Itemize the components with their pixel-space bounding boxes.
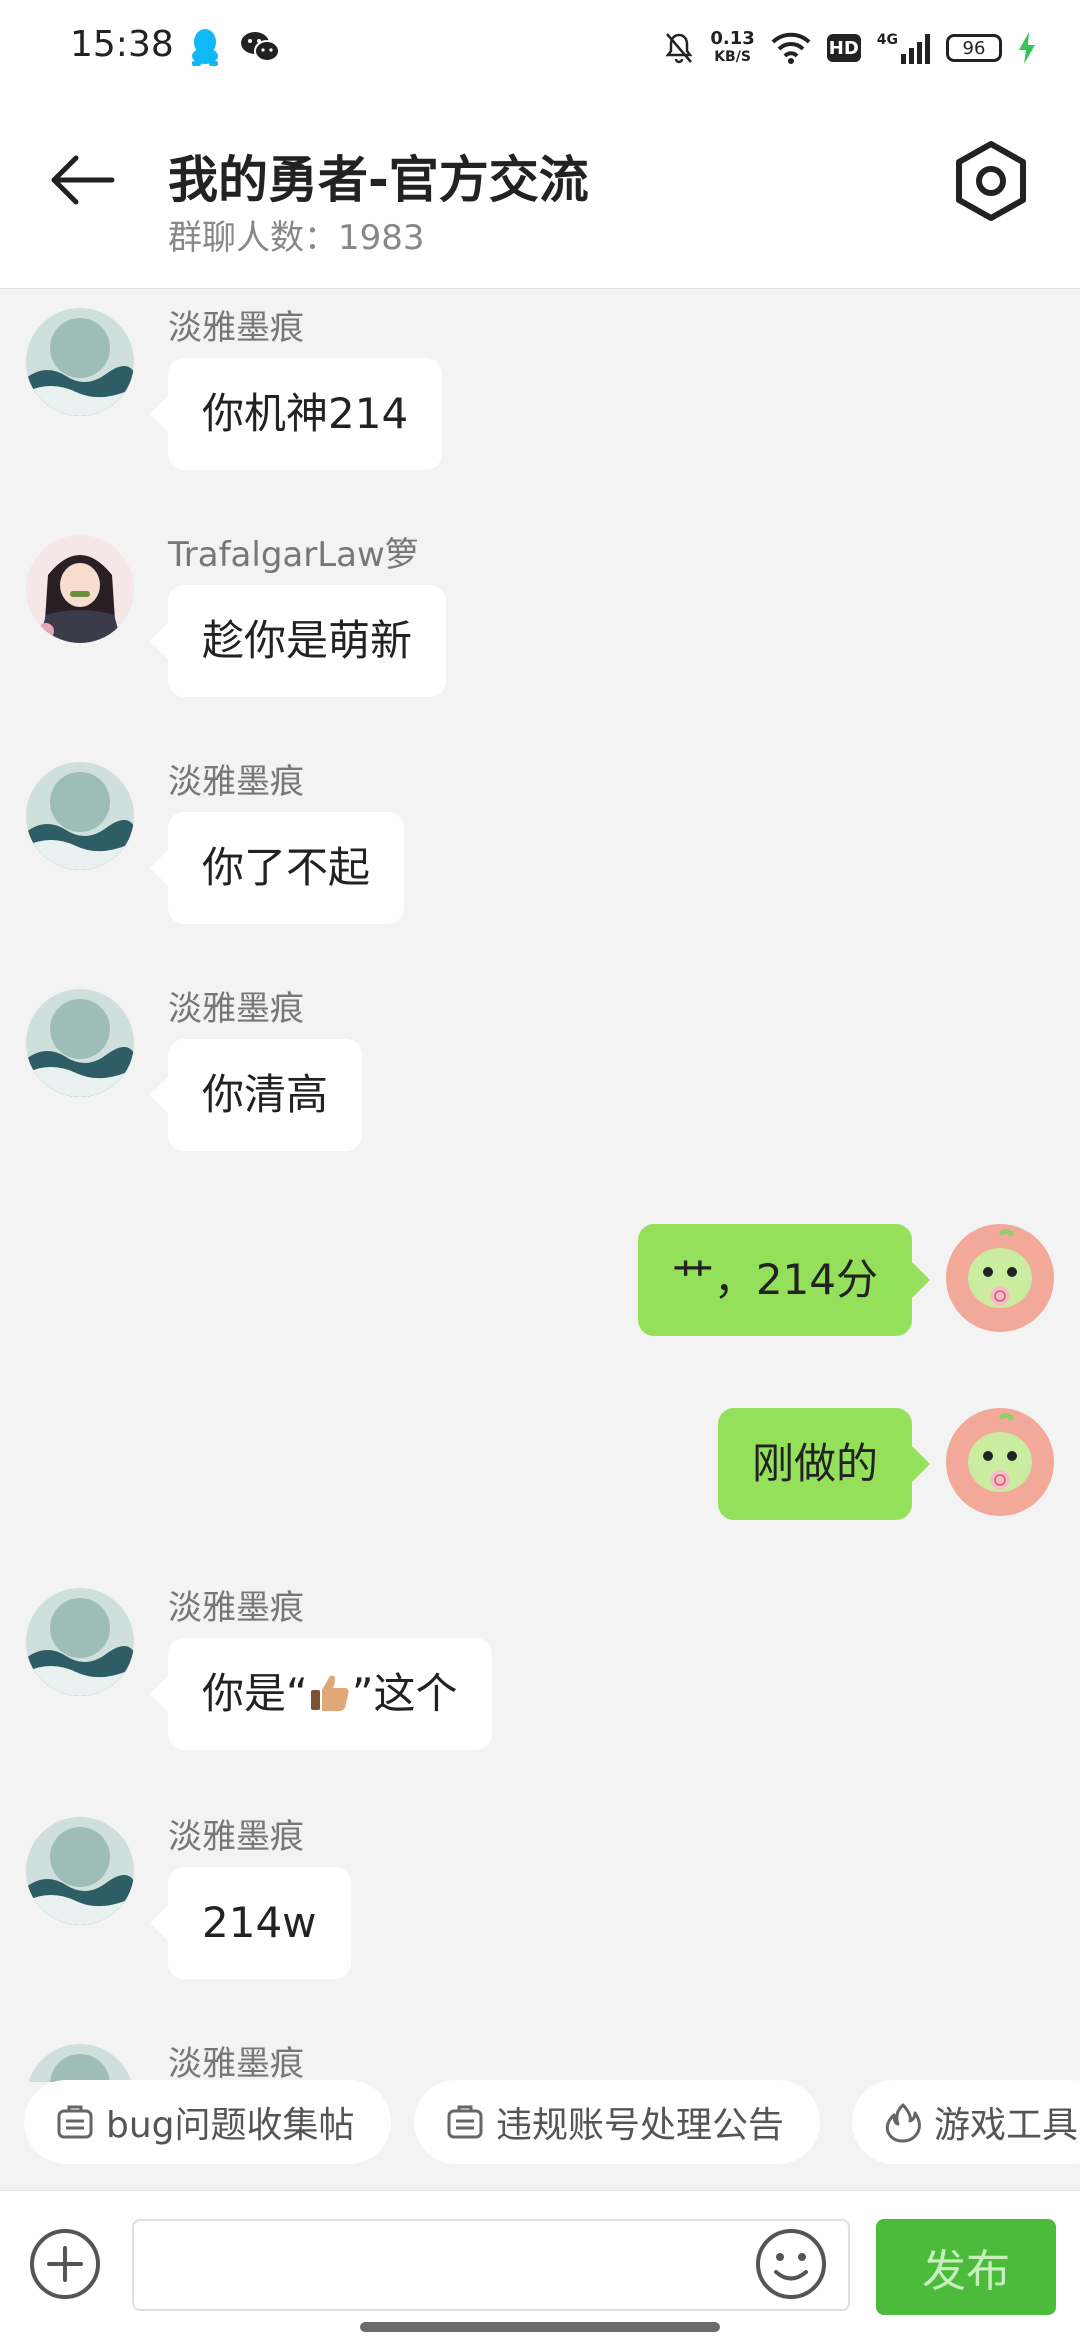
wechat-icon (241, 32, 280, 62)
sender-name: 淡雅墨痕 (168, 2044, 304, 2082)
post-icon (57, 2105, 93, 2139)
candy-mascot-avatar-icon (946, 1224, 1054, 1332)
chip-bug-collection[interactable]: bug问题收集帖 (24, 2080, 391, 2164)
message-bubble-own[interactable]: 艹，214分 (637, 1224, 931, 1336)
avatar-girl[interactable] (26, 535, 134, 643)
signal-type: 4G (876, 32, 898, 48)
avatar-wave[interactable] (26, 308, 134, 416)
battery-indicator: 96 (946, 34, 1002, 62)
avatar-wave[interactable] (26, 1817, 134, 1925)
chip-label: 游戏工具 (934, 2105, 1079, 2146)
quick-links-bar: bug问题收集帖 违规账号处理公告 游戏工具 (0, 2080, 1080, 2164)
anime-girl-avatar-icon (26, 535, 134, 643)
mute-bell-icon (665, 33, 693, 64)
message-item: 淡雅墨痕 (0, 2036, 1080, 2082)
message-bubble-own[interactable]: 刚做的 (717, 1408, 931, 1520)
message-text-after: ”这个 (351, 1669, 458, 1718)
wave-avatar-icon (26, 308, 134, 416)
group-title: 我的勇者-官方交流 (168, 151, 589, 209)
hd-badge: HD (826, 34, 861, 62)
status-time: 15:38 (70, 24, 174, 65)
message-bubble[interactable]: 你是“ ”这个 (150, 1638, 492, 1750)
message-input[interactable] (132, 2219, 850, 2311)
avatar-self[interactable] (946, 1408, 1054, 1516)
message-bubble[interactable]: 你机神214 (149, 358, 443, 470)
post-icon (447, 2105, 483, 2139)
chat-header: 我的勇者-官方交流 群聊人数：1983 (0, 96, 1080, 289)
emoji-icon[interactable] (754, 2227, 828, 2301)
wave-avatar-icon (26, 989, 134, 1097)
sender-name: 淡雅墨痕 (168, 308, 304, 348)
wave-avatar-icon (26, 762, 134, 870)
avatar-wave[interactable] (26, 1588, 134, 1696)
avatar-wave[interactable] (26, 2044, 134, 2082)
cell-signal: 4G (877, 32, 930, 64)
chip-violation-notice[interactable]: 违规账号处理公告 (414, 2080, 821, 2164)
wifi-icon (771, 32, 811, 64)
message-bubble[interactable]: 你了不起 (149, 812, 405, 924)
chip-game-tools[interactable]: 游戏工具 (852, 2080, 1080, 2164)
wave-avatar-icon (26, 1817, 134, 1925)
sender-name: 淡雅墨痕 (168, 1588, 304, 1628)
send-button[interactable]: 发布 (876, 2219, 1056, 2315)
avatar-wave[interactable] (26, 762, 134, 870)
wave-avatar-icon (26, 2044, 134, 2082)
status-bar: 15:38 0.13 KB/S HD 4G 96 (0, 0, 1080, 96)
charging-icon (1019, 32, 1035, 64)
network-speed-unit: KB/S (714, 49, 751, 65)
message-bubble[interactable]: 趁你是萌新 (149, 585, 447, 697)
home-indicator[interactable] (360, 2322, 720, 2332)
add-icon[interactable] (28, 2227, 102, 2301)
input-bar: 发布 (0, 2190, 1080, 2341)
message-text-before: 你是“ (202, 1669, 308, 1718)
chip-label: 违规账号处理公告 (496, 2105, 785, 2146)
network-speed: 0.13 KB/S (710, 30, 754, 66)
avatar-self[interactable] (946, 1224, 1054, 1332)
network-speed-value: 0.13 (710, 28, 755, 49)
thumbs-up-emoji-icon (310, 1675, 349, 1711)
wave-avatar-icon (26, 1588, 134, 1696)
sender-name: 淡雅墨痕 (168, 762, 304, 802)
message-bubble[interactable]: 214w (150, 1867, 351, 1979)
sender-name: 淡雅墨痕 (168, 1817, 304, 1857)
flame-icon (885, 2103, 921, 2143)
avatar-wave[interactable] (26, 989, 134, 1097)
back-arrow-icon[interactable] (40, 140, 120, 220)
settings-icon[interactable] (946, 136, 1036, 226)
sender-name: TrafalgarLaw箩 (168, 535, 419, 575)
candy-mascot-avatar-icon (946, 1408, 1054, 1516)
member-count: 群聊人数：1983 (168, 218, 425, 258)
qq-icon (192, 29, 218, 66)
chip-label: bug问题收集帖 (106, 2105, 355, 2146)
sender-name: 淡雅墨痕 (168, 989, 304, 1029)
message-bubble[interactable]: 你清高 (149, 1039, 363, 1151)
